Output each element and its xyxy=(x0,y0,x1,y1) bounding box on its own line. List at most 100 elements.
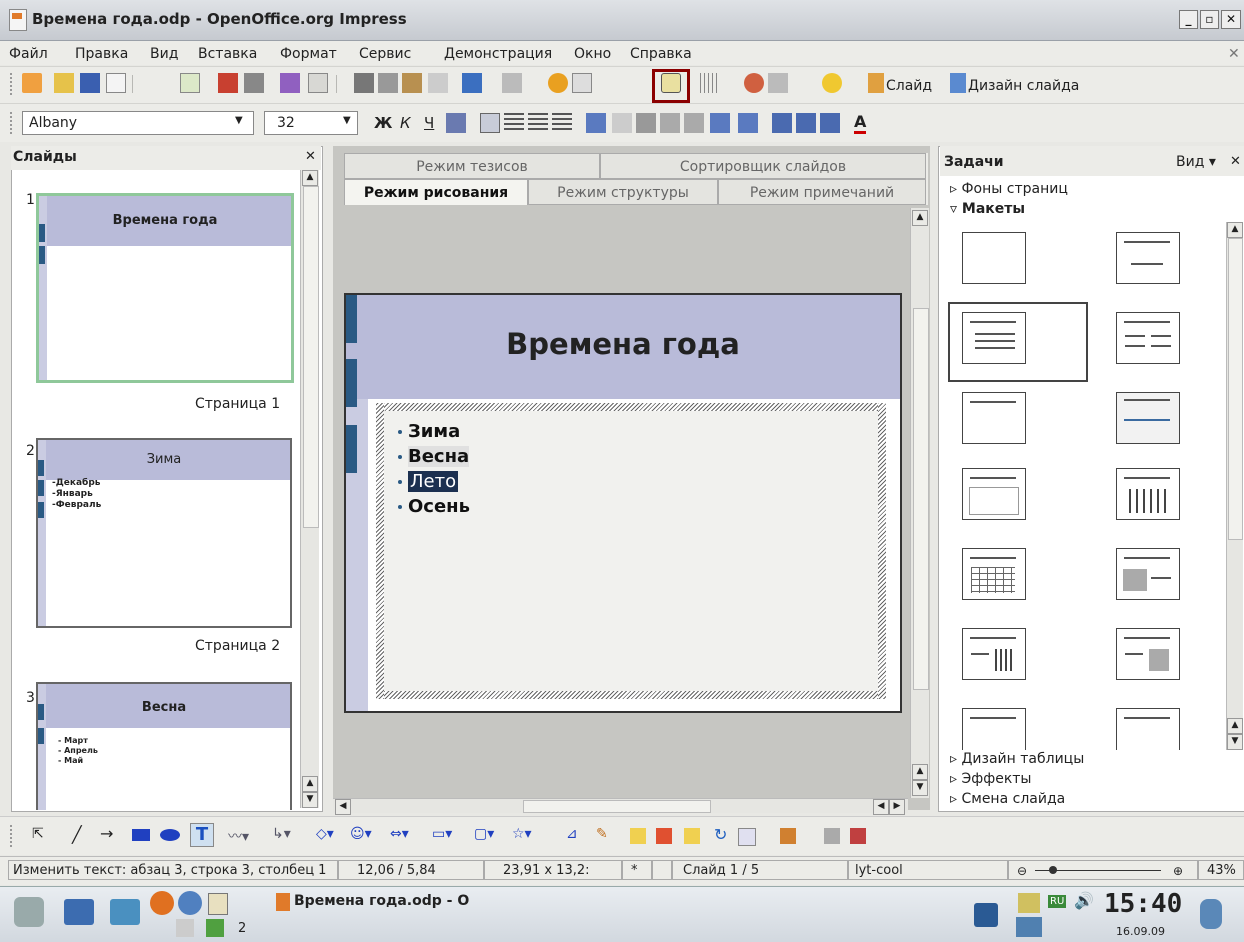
bullet-item[interactable]: Весна xyxy=(398,446,470,467)
tasks-view-menu[interactable]: Вид ▾ xyxy=(1176,154,1216,170)
scroll-left-icon[interactable]: ◀ xyxy=(335,799,351,815)
text-tool-icon[interactable]: T xyxy=(190,823,214,847)
autospellcheck-icon[interactable] xyxy=(308,73,328,93)
apps-icon[interactable] xyxy=(206,919,224,937)
navigator-icon[interactable] xyxy=(744,73,764,93)
layout-title-table[interactable] xyxy=(962,548,1026,600)
menu-help[interactable]: Справка xyxy=(630,46,692,62)
bullets-numbering-icon[interactable] xyxy=(820,113,840,133)
tab-normal[interactable]: Режим рисования xyxy=(344,179,528,205)
new-document-icon[interactable] xyxy=(22,73,42,93)
trash-icon[interactable] xyxy=(1200,899,1222,929)
messenger-icon[interactable] xyxy=(178,891,202,915)
underline-icon[interactable]: Ч xyxy=(424,114,434,132)
slide-icon[interactable] xyxy=(868,73,884,93)
section-table-design[interactable]: ▹ Дизайн таблицы xyxy=(950,751,1084,767)
scroll-down-icon[interactable]: ▼ xyxy=(302,792,318,808)
move-down-icon[interactable] xyxy=(684,113,704,133)
scroll-up-icon[interactable]: ▲ xyxy=(912,210,928,226)
edit-mode-icon[interactable] xyxy=(180,73,200,93)
scroll-thumb[interactable] xyxy=(913,308,929,690)
workspace-number[interactable]: 2 xyxy=(238,921,246,936)
section-slide-transition[interactable]: ▹ Смена слайда xyxy=(950,791,1065,807)
editor-launcher-icon[interactable] xyxy=(110,899,140,925)
grid-icon[interactable] xyxy=(700,73,720,93)
zoom-icon[interactable] xyxy=(768,73,788,93)
rectangle-icon[interactable] xyxy=(132,829,150,841)
glue-points-icon[interactable]: ✎ xyxy=(596,826,608,842)
scroll-up-icon[interactable]: ▲ xyxy=(1227,222,1243,238)
slide-design-icon[interactable] xyxy=(950,73,966,93)
arrow-line-icon[interactable]: → xyxy=(100,824,113,843)
layout-text-chart[interactable] xyxy=(962,628,1026,680)
slide-design-label[interactable]: Дизайн слайда xyxy=(968,78,1079,94)
paste-icon[interactable] xyxy=(402,73,422,93)
format-paintbrush-icon[interactable] xyxy=(428,73,448,93)
rotate-icon[interactable]: ↻ xyxy=(714,825,727,844)
align-left-icon[interactable] xyxy=(480,113,500,133)
minimize-button[interactable]: _ xyxy=(1179,10,1198,29)
scroll-down-icon[interactable]: ▼ xyxy=(1227,734,1243,750)
points-icon[interactable]: ⊿ xyxy=(566,826,578,842)
justify-icon[interactable] xyxy=(552,113,572,133)
save-icon[interactable] xyxy=(80,73,100,93)
italic-icon[interactable]: К xyxy=(400,114,411,132)
layout-chart-text[interactable] xyxy=(962,708,1026,750)
stars-icon[interactable]: ☆▾ xyxy=(512,826,532,842)
font-color-icon[interactable]: A xyxy=(854,112,867,134)
layout-title-text[interactable] xyxy=(962,392,1026,444)
help-icon[interactable] xyxy=(822,73,842,93)
arrange-icon[interactable] xyxy=(780,828,796,844)
editor-vscroll[interactable]: ▲ ▲ ▼ xyxy=(910,208,929,798)
slides-scrollbar[interactable]: ▲ ▲ ▼ xyxy=(300,170,319,808)
task-button[interactable]: Времена года.odp - O xyxy=(294,893,469,909)
layout-text-image[interactable] xyxy=(1116,628,1180,680)
bullet-item[interactable]: Осень xyxy=(398,496,470,517)
line-icon[interactable]: ╱ xyxy=(72,825,82,844)
scroll-left-icon[interactable]: ◀ xyxy=(873,799,889,815)
copy-icon[interactable] xyxy=(378,73,398,93)
ellipse-icon[interactable] xyxy=(160,829,180,841)
alignment-icon[interactable] xyxy=(738,828,756,846)
basic-shapes-icon[interactable]: ◇▾ xyxy=(316,826,334,842)
close-button[interactable]: ✕ xyxy=(1221,10,1241,29)
scroll-up-icon[interactable]: ▲ xyxy=(302,170,318,186)
new-slide-label[interactable]: Слайд xyxy=(886,78,932,94)
tab-notes[interactable]: Режим примечаний xyxy=(718,179,926,205)
scroll-thumb[interactable] xyxy=(523,800,711,813)
text-placeholder[interactable]: Зима Весна Лето Осень xyxy=(376,403,886,699)
scroll-down-icon[interactable]: ▼ xyxy=(912,780,928,796)
slide-thumbnail-3[interactable]: Весна - Март - Апрель - Май xyxy=(36,682,292,810)
layouts-scrollbar[interactable]: ▲ ▲ ▼ xyxy=(1226,222,1243,750)
open-folder-icon[interactable] xyxy=(54,73,74,93)
close-icon[interactable]: ✕ xyxy=(1230,154,1241,169)
files-icon[interactable] xyxy=(176,919,194,937)
slide-canvas[interactable]: Времена года Зима Весна Лето Осень xyxy=(344,293,902,713)
notes-tray-icon[interactable] xyxy=(1018,893,1040,913)
layout-title-content[interactable] xyxy=(962,312,1026,364)
chevron-down-icon[interactable]: ▼ xyxy=(235,115,243,126)
scroll-thumb[interactable] xyxy=(1228,238,1243,540)
scroll-up-icon[interactable]: ▲ xyxy=(912,764,928,780)
section-backgrounds[interactable]: ▹ Фоны страниц xyxy=(950,181,1068,197)
bullets-icon[interactable] xyxy=(586,113,606,133)
keyboard-layout-indicator[interactable]: RU xyxy=(1048,895,1067,908)
paragraph-icon[interactable] xyxy=(796,113,816,133)
table-icon[interactable] xyxy=(572,73,592,93)
chevron-down-icon[interactable]: ▼ xyxy=(343,115,351,126)
close-document-icon[interactable]: ✕ xyxy=(1228,46,1240,62)
close-icon[interactable]: ✕ xyxy=(305,149,316,164)
move-up-icon[interactable] xyxy=(660,113,680,133)
curve-icon[interactable]: 〰▾ xyxy=(228,826,249,846)
show-desktop-icon[interactable] xyxy=(64,899,94,925)
menu-tools[interactable]: Сервис xyxy=(359,46,411,62)
align-center-icon[interactable] xyxy=(504,113,524,133)
demote-icon[interactable] xyxy=(636,113,656,133)
maximize-button[interactable]: ▫ xyxy=(1200,10,1219,29)
callouts-icon[interactable]: ▢▾ xyxy=(474,826,494,842)
promote-icon[interactable] xyxy=(612,113,632,133)
increase-spacing-icon[interactable] xyxy=(710,113,730,133)
image-icon[interactable] xyxy=(656,828,672,844)
export-pdf-icon[interactable] xyxy=(218,73,238,93)
menu-file[interactable]: Файл xyxy=(9,46,48,62)
